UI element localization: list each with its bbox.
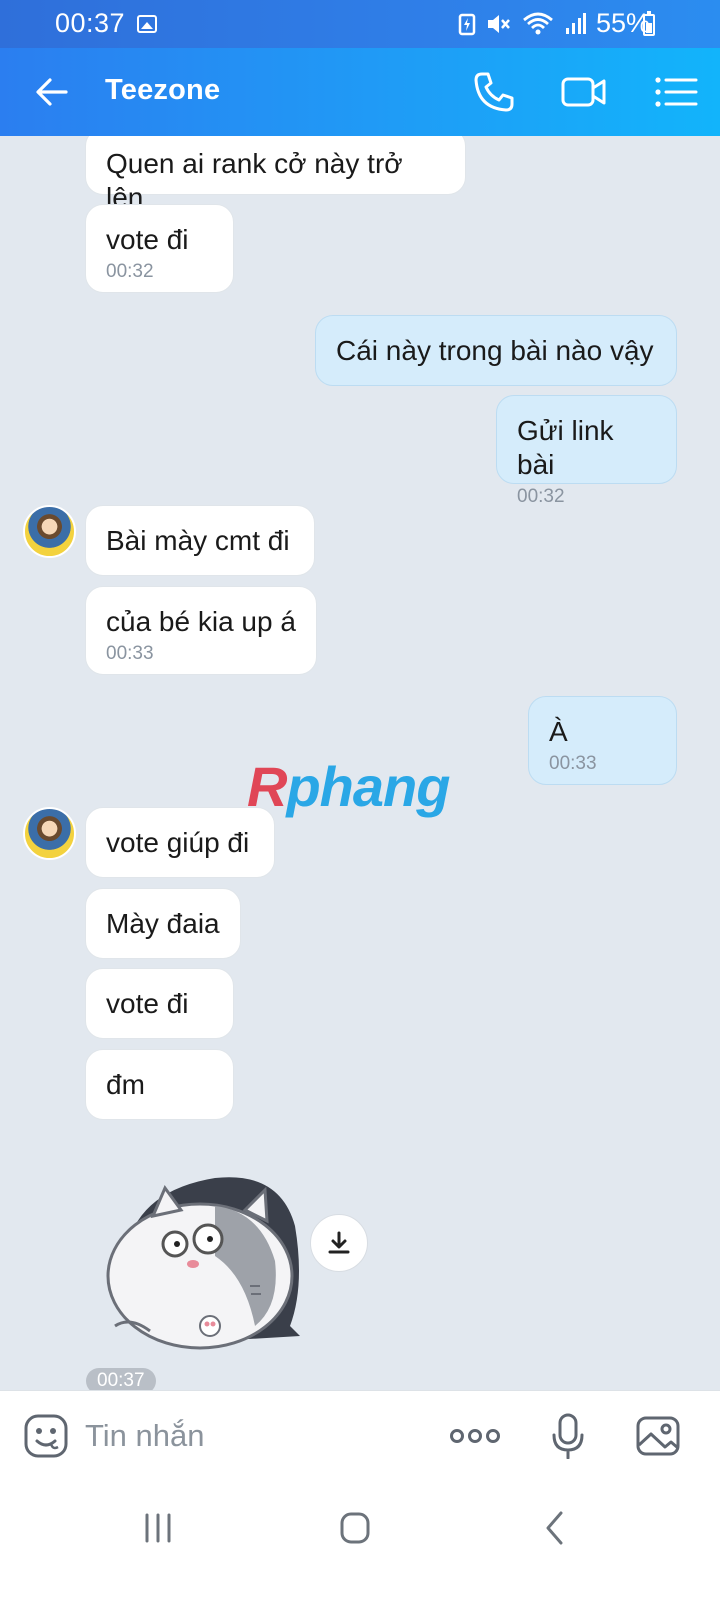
message-text: vote đi <box>106 224 189 255</box>
message-bubble[interactable]: đm <box>85 1049 234 1120</box>
message-time: 00:32 <box>106 261 154 282</box>
message-text: À <box>549 716 568 747</box>
message-text: vote giúp đi <box>106 827 250 858</box>
back-arrow-icon[interactable] <box>30 70 74 114</box>
watermark-rest: phang <box>286 755 450 818</box>
download-button[interactable] <box>310 1214 368 1272</box>
message-input[interactable] <box>85 1411 415 1461</box>
message-text: vote đi <box>106 988 189 1019</box>
system-back-icon[interactable] <box>525 1508 585 1548</box>
image-gallery-icon[interactable] <box>635 1413 681 1459</box>
message-bubble[interactable]: của bé kia up á 00:33 <box>85 586 317 675</box>
chat-header: Teezone <box>0 48 720 136</box>
message-bubble[interactable]: Cái này trong bài nào vậy <box>315 315 677 386</box>
signal-icon <box>565 12 586 34</box>
recent-apps-icon[interactable] <box>128 1508 188 1548</box>
message-bubble[interactable]: À 00:33 <box>528 696 677 785</box>
message-time: 00:33 <box>549 753 597 774</box>
download-icon <box>328 1231 350 1254</box>
more-options-icon[interactable] <box>448 1413 502 1459</box>
status-icons: 55% <box>458 8 650 39</box>
message-text: Gửi link bài <box>517 415 614 480</box>
battery-icon <box>643 11 655 36</box>
message-text: Mày đaia <box>106 908 220 939</box>
mute-icon <box>487 14 510 33</box>
message-bubble[interactable]: Gửi link bài 00:32 <box>496 395 677 507</box>
sticker-emoji-icon[interactable] <box>23 1413 69 1459</box>
message-text: đm <box>106 1069 145 1100</box>
message-time: 00:33 <box>106 643 154 664</box>
avatar[interactable] <box>23 505 76 558</box>
avatar[interactable] <box>23 807 76 860</box>
message-bubble[interactable]: vote đi 00:32 <box>85 204 234 293</box>
message-time: 00:32 <box>517 486 565 507</box>
message-bubble[interactable]: Quen ai rank cở này trở lên <box>85 136 466 213</box>
fat-cat-sticker[interactable] <box>95 1166 310 1351</box>
wifi-icon <box>523 12 553 34</box>
message-bubble[interactable]: Bài mày cmt đi <box>85 505 315 576</box>
battery-saver-icon <box>458 13 476 35</box>
status-time: 00:37 <box>55 8 126 38</box>
options-list-icon[interactable] <box>652 68 700 116</box>
microphone-icon[interactable] <box>545 1413 591 1459</box>
contact-name[interactable]: Teezone <box>105 74 220 107</box>
watermark-logo: Rphang <box>247 754 450 819</box>
message-text: của bé kia up á <box>106 606 296 637</box>
gallery-notification-icon <box>137 15 157 33</box>
home-icon[interactable] <box>325 1508 385 1548</box>
message-text: Bài mày cmt đi <box>106 525 290 556</box>
phone-call-icon[interactable] <box>470 68 518 116</box>
system-nav-bar <box>0 1480 720 1600</box>
battery-percent: 55% <box>595 8 650 38</box>
status-bar: 00:37 55% <box>0 0 720 48</box>
message-bubble[interactable]: vote đi <box>85 968 234 1039</box>
video-call-icon[interactable] <box>560 68 608 116</box>
message-bubble[interactable]: Mày đaia <box>85 888 241 959</box>
message-text: Cái này trong bài nào vậy <box>336 335 654 366</box>
chat-area[interactable]: Quen ai rank cở này trở lên vote đi 00:3… <box>0 136 720 1414</box>
message-bubble[interactable]: vote giúp đi <box>85 807 275 878</box>
message-input-bar <box>0 1390 720 1480</box>
